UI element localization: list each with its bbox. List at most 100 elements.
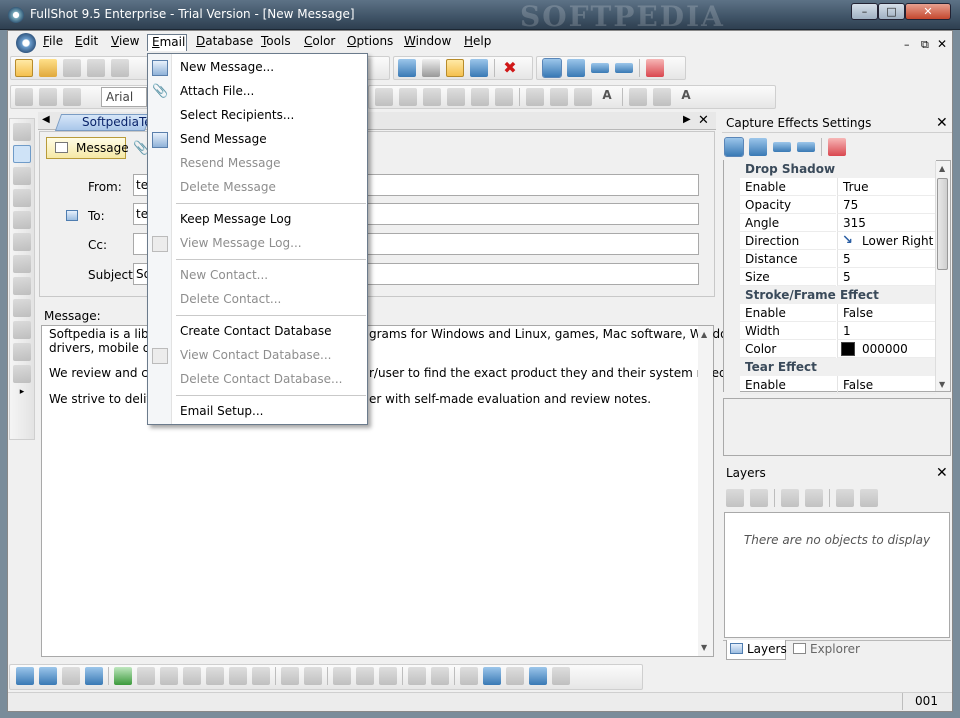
app-icon[interactable]	[8, 7, 24, 23]
effects-settings-icon[interactable]	[646, 59, 664, 77]
printer-icon[interactable]	[422, 59, 440, 77]
property-scroll-thumb[interactable]	[937, 178, 948, 270]
layers-list[interactable]	[724, 512, 950, 638]
find-icon[interactable]	[39, 667, 57, 685]
redo-icon[interactable]	[13, 365, 31, 383]
doc-move-icon[interactable]	[229, 667, 247, 685]
menu-color[interactable]: Color	[300, 34, 339, 51]
justify-icon[interactable]	[447, 88, 465, 106]
prop-value[interactable]: 5	[837, 250, 936, 268]
import-icon[interactable]	[333, 667, 351, 685]
hand-tool-icon[interactable]	[13, 123, 31, 141]
doc-export-icon[interactable]	[252, 667, 270, 685]
frame-effect-icon[interactable]	[749, 138, 767, 156]
menu-file[interactable]: File	[39, 34, 67, 51]
scroll-down-icon[interactable]: ▼	[939, 380, 945, 389]
layer-props-icon[interactable]	[860, 489, 878, 507]
prop-value[interactable]: 1	[837, 322, 936, 340]
align-left-icon[interactable]	[375, 88, 393, 106]
layers-close-icon[interactable]: ✕	[936, 465, 948, 481]
save-icon[interactable]	[63, 59, 81, 77]
tab-scroll-right-icon[interactable]: ▶	[683, 114, 691, 125]
lasso-tool-icon[interactable]	[13, 211, 31, 229]
prop-value[interactable]: False	[837, 376, 936, 394]
category-stroke-frame[interactable]: Stroke/Frame Effect	[724, 286, 936, 304]
document-close-icon[interactable]: ✕	[698, 113, 709, 128]
menu-help[interactable]: Help	[460, 34, 495, 51]
effect-tear-icon[interactable]	[591, 63, 609, 73]
comment-icon[interactable]	[471, 88, 489, 106]
menu-database[interactable]: Database	[192, 34, 257, 51]
scroll-down-icon[interactable]: ▼	[701, 643, 707, 652]
menu-item-send-message[interactable]: Send Message	[180, 129, 267, 149]
crop-tool-icon[interactable]	[13, 189, 31, 207]
message-scrollbar[interactable]	[698, 326, 713, 656]
menu-options[interactable]: Options	[343, 34, 397, 51]
layer-paste-icon[interactable]	[750, 489, 768, 507]
shadow-effect-icon[interactable]	[724, 137, 744, 157]
layer-group-icon[interactable]	[781, 489, 799, 507]
address-icon[interactable]	[552, 667, 570, 685]
scroll-up-icon[interactable]: ▲	[701, 330, 707, 339]
prop-value[interactable]: False	[837, 304, 936, 322]
align-right-icon[interactable]	[423, 88, 441, 106]
close-button[interactable]: ✕	[905, 3, 951, 20]
menu-window[interactable]: Window	[400, 34, 455, 51]
eraser-tool-icon[interactable]	[13, 255, 31, 273]
category-tear-effect[interactable]: Tear Effect	[724, 358, 936, 376]
menu-email[interactable]: Email	[147, 34, 187, 51]
effect-wave-icon[interactable]	[615, 63, 633, 73]
folder-capture-icon[interactable]	[446, 59, 464, 77]
menu-item-select-recipients[interactable]: Select Recipients...	[180, 105, 294, 125]
menu-item-attach-file[interactable]: Attach File...	[180, 81, 254, 101]
menu-tools[interactable]: Tools	[257, 34, 295, 51]
menu-edit[interactable]: Edit	[71, 34, 102, 51]
trash-icon[interactable]	[805, 489, 823, 507]
db-add-icon[interactable]	[137, 667, 155, 685]
menu-item-delete-contact[interactable]: Delete Contact...	[180, 289, 281, 309]
print-icon[interactable]	[87, 59, 105, 77]
table-icon[interactable]	[304, 667, 322, 685]
effect-shadow-icon[interactable]	[542, 58, 562, 78]
text-size-icon[interactable]: A	[677, 88, 695, 106]
prop-value[interactable]: 5	[837, 268, 936, 286]
category-drop-shadow[interactable]: Drop Shadow	[724, 160, 936, 178]
effect-frame-icon[interactable]	[567, 59, 585, 77]
tear-effect-icon[interactable]	[773, 142, 791, 152]
nav-forward-icon[interactable]	[431, 667, 449, 685]
menu-item-delete-message[interactable]: Delete Message	[180, 177, 276, 197]
disk-capture-icon[interactable]	[470, 59, 488, 77]
stamp-icon[interactable]	[15, 88, 33, 106]
refresh-icon[interactable]	[16, 667, 34, 685]
pencil-tool-icon[interactable]	[13, 233, 31, 251]
delete-icon[interactable]: ✖	[501, 59, 519, 77]
prop-value[interactable]: 315	[837, 214, 936, 232]
capture-window-icon[interactable]	[398, 59, 416, 77]
align-center-icon[interactable]	[399, 88, 417, 106]
zoom-out-icon[interactable]	[13, 321, 31, 339]
db-edit-icon[interactable]	[160, 667, 178, 685]
tab-scroll-left-icon[interactable]: ◀	[42, 114, 50, 125]
fill-color-icon[interactable]	[526, 88, 544, 106]
mdi-minimize-button[interactable]: –	[904, 38, 910, 51]
menu-view[interactable]: View	[107, 34, 143, 51]
nav-back-icon[interactable]	[408, 667, 426, 685]
list-icon[interactable]	[62, 667, 80, 685]
effect-options-icon[interactable]	[828, 138, 846, 156]
mail-delete-icon[interactable]	[529, 667, 547, 685]
zoom-in-icon[interactable]	[13, 299, 31, 317]
prop-value[interactable]: 75	[837, 196, 936, 214]
mdi-close-button[interactable]: ✕	[937, 37, 947, 51]
undo-icon[interactable]	[13, 343, 31, 361]
bucket-icon[interactable]	[550, 88, 568, 106]
callout-icon[interactable]	[39, 88, 57, 106]
menu-item-keep-message-log[interactable]: Keep Message Log	[180, 209, 291, 229]
mail-out-icon[interactable]	[379, 667, 397, 685]
menu-item-new-message[interactable]: New Message...	[180, 57, 274, 77]
arrange-icon[interactable]	[653, 88, 671, 106]
font-name-input[interactable]: Arial	[101, 87, 147, 107]
scroll-up-icon[interactable]: ▲	[939, 164, 945, 173]
mail-in-icon[interactable]	[356, 667, 374, 685]
database-icon[interactable]	[114, 667, 132, 685]
prop-value[interactable]: True	[837, 178, 936, 196]
